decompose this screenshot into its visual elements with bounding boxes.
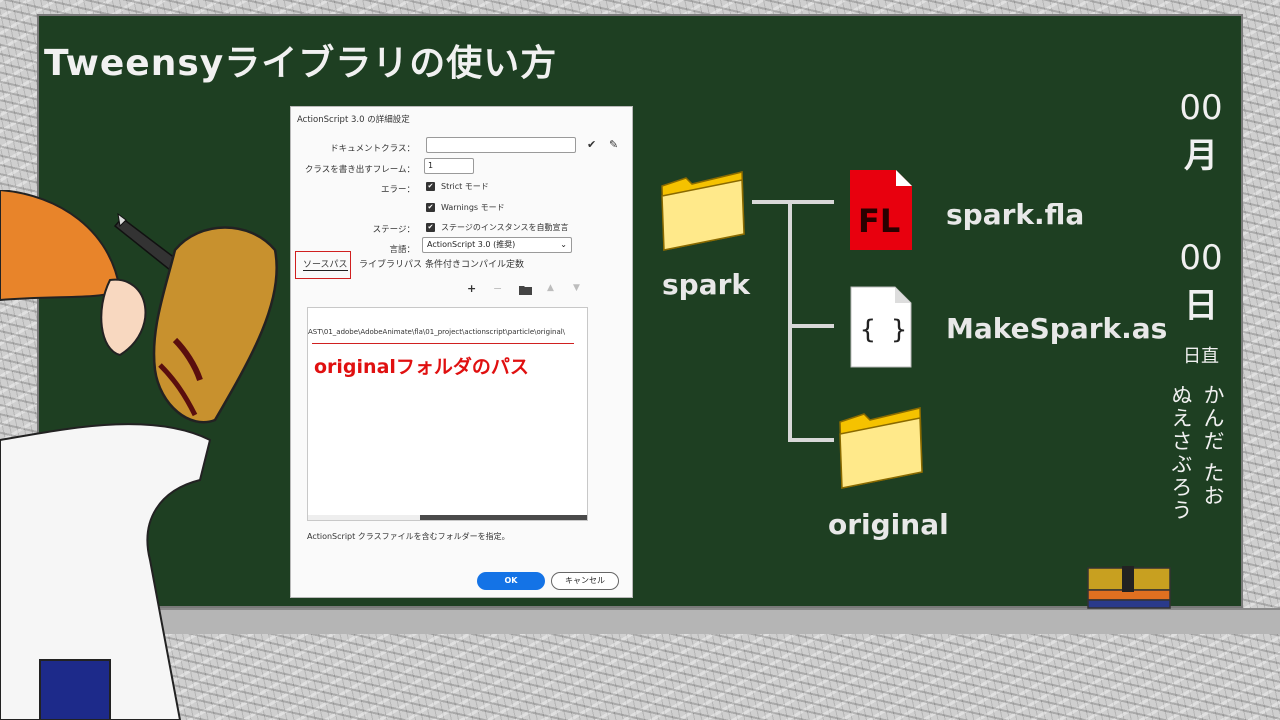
strict-mode-label: Strict モード [441,182,489,191]
tab-source-path[interactable]: ソースパス [303,257,348,271]
path-annotation: originalフォルダのパス [314,356,529,378]
dialect-value: ActionScript 3.0 (推奨) [427,240,516,249]
strict-mode-checkbox[interactable]: ✔ [426,182,435,191]
duty-label: 日直 [1183,346,1219,367]
slide-title: Tweensyライブラリの使い方 [44,43,558,84]
actionscript-settings-dialog: ActionScript 3.0 の詳細設定 ドキュメントクラス： ✔ ✎ クラ… [290,106,633,598]
tab-library-path[interactable]: ライブラリパス [359,257,422,270]
duty-name-1: かんだ たお [1201,384,1225,508]
day-number: 00 [1179,238,1223,278]
dialect-select[interactable]: ActionScript 3.0 (推奨) ⌄ [422,237,572,253]
add-path-button[interactable]: + [467,282,476,295]
sub-folder-label: original [828,508,949,541]
stage-auto-declare-checkbox[interactable]: ✔ [426,223,435,232]
svg-text:{ }: { } [860,315,907,345]
tree-branch-as [788,324,834,328]
stage-label: ステージ： [372,225,415,235]
tree-trunk [788,200,792,442]
remove-path-button[interactable]: − [493,282,502,295]
export-frame-label: クラスを書き出すフレーム： [304,165,415,175]
fla-file-label: spark.fla [946,198,1085,231]
export-frame-input[interactable]: 1 [424,158,474,174]
warnings-mode-label: Warnings モード [441,203,505,212]
move-up-button[interactable]: ▲ [547,283,554,293]
root-folder-label: spark [662,268,751,301]
stage-auto-declare-label: ステージのインスタンスを自動宣言 [441,223,569,232]
warnings-mode-checkbox[interactable]: ✔ [426,203,435,212]
document-class-label: ドキュメントクラス： [330,144,415,154]
duty-name-2: ぬえさぶろう [1169,384,1193,522]
check-icon[interactable]: ✔ [587,138,596,151]
spark-folder-icon [661,171,745,251]
pencil-icon[interactable]: ✎ [609,138,618,151]
ok-button[interactable]: OK [477,572,545,590]
source-path-list[interactable]: AST\01_adobe\AdobeAnimate\fla\01_project… [307,307,588,521]
dialog-title: ActionScript 3.0 の詳細設定 [297,115,410,125]
tree-branch-folder [788,438,834,442]
dialog-description: ActionScript クラスファイルを含むフォルダーを指定。 [307,532,510,541]
month-unit: 月 [1184,136,1218,176]
scrollbar-thumb[interactable] [420,515,587,520]
document-class-input[interactable] [426,137,576,153]
character-illustration [0,190,278,720]
month-number: 00 [1179,88,1223,128]
fl-file-icon: FL [850,170,912,250]
move-down-button[interactable]: ▼ [573,283,580,293]
source-path-item[interactable]: AST\01_adobe\AdobeAnimate\fla\01_project… [308,328,565,336]
cancel-button[interactable]: キャンセル [551,572,619,590]
day-unit: 日 [1184,286,1218,326]
folder-icon[interactable] [519,285,532,295]
as-file-icon: { } [850,286,912,368]
original-folder-icon [839,407,923,489]
eraser-icon [1087,566,1171,609]
annotation-underline [312,343,574,344]
svg-text:FL: FL [858,202,900,240]
as-file-label: MakeSpark.as [946,312,1168,345]
tab-config-constants[interactable]: 条件付きコンパイル定数 [425,257,524,270]
errors-label: エラー： [380,185,415,195]
tree-branch-fla [788,200,834,204]
tree-connector [752,200,790,204]
chevron-down-icon: ⌄ [560,240,567,249]
